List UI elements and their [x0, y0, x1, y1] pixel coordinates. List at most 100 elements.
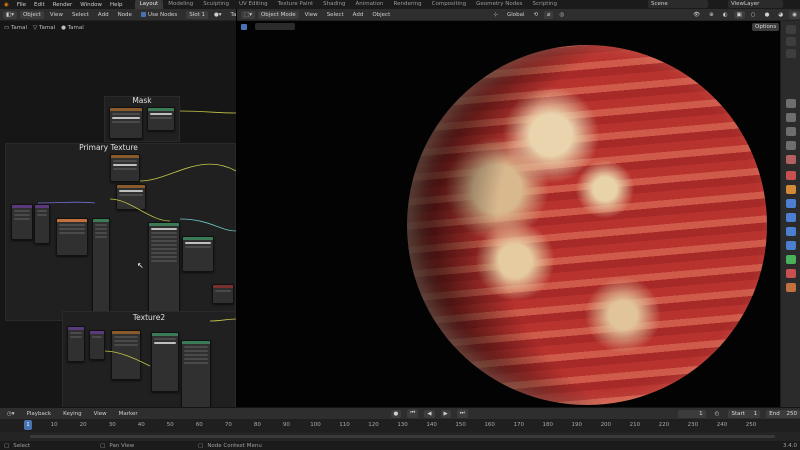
jump-start-button[interactable]: ⏮ — [407, 409, 419, 418]
tab-modeling[interactable]: Modeling — [163, 0, 198, 9]
frame-primary-texture[interactable]: Primary Texture — [5, 143, 236, 321]
node-noise-a[interactable] — [110, 154, 140, 182]
scene-tab-icon[interactable] — [786, 155, 796, 164]
editor-type-icon[interactable]: ◧▾ — [3, 10, 17, 19]
proportional-edit-icon[interactable]: ◎ — [556, 11, 567, 19]
render-tab-icon[interactable] — [786, 113, 796, 122]
menu-node[interactable]: Node — [115, 11, 135, 19]
node-color-ramp[interactable] — [182, 236, 214, 272]
frame-texture2[interactable]: Texture2 — [62, 311, 236, 407]
node-noise-b[interactable] — [116, 184, 146, 210]
options-dropdown[interactable]: Options — [752, 23, 780, 31]
current-frame-field[interactable]: 1 — [677, 409, 706, 418]
menu-file[interactable]: File — [13, 2, 30, 8]
node-t2-map[interactable] — [89, 330, 105, 360]
node-mapping[interactable] — [11, 204, 33, 240]
node-principled[interactable] — [148, 222, 180, 320]
jump-end-button[interactable]: ⏭ — [456, 409, 468, 418]
scene-selector[interactable]: Scene — [648, 0, 708, 8]
shading-material-icon[interactable]: ◕ — [775, 11, 786, 19]
tab-shading[interactable]: Shading — [318, 0, 350, 9]
use-nodes-checkbox[interactable]: Use Nodes — [138, 11, 180, 19]
hand-pan-icon[interactable] — [786, 37, 796, 46]
toolbar-select-icon[interactable] — [241, 24, 247, 30]
clock-icon[interactable]: ◴ — [712, 410, 723, 418]
tab-rendering[interactable]: Rendering — [389, 0, 427, 9]
material-tab-icon[interactable] — [786, 269, 796, 278]
menu-playback[interactable]: Playback — [24, 410, 55, 418]
timeline-ruler[interactable]: 1 10 20 30 40 50 60 70 80 90 100 110 120 130 140 150 160… — [0, 419, 800, 432]
menu-select-3d[interactable]: Select — [324, 11, 347, 19]
frame-mask[interactable]: Mask — [104, 96, 180, 142]
menu-view[interactable]: View — [47, 11, 66, 19]
node-t2-noise[interactable] — [111, 330, 141, 380]
tab-layout[interactable]: Layout — [134, 0, 164, 9]
physics-tab-icon[interactable] — [786, 227, 796, 236]
shading-rendered-icon[interactable]: ◉ — [789, 10, 800, 19]
timeline-scrollbar[interactable] — [30, 435, 775, 438]
tab-sculpting[interactable]: Sculpting — [198, 0, 234, 9]
play-reverse-button[interactable]: ◀ — [424, 409, 435, 418]
modifier-tab-icon[interactable] — [786, 199, 796, 208]
breadcrumb-item[interactable]: ● Tamal — [61, 25, 84, 31]
overlay-icon[interactable]: ◐ — [720, 11, 731, 19]
play-button[interactable]: ▶ — [440, 409, 451, 418]
end-frame-field[interactable]: End 250 — [766, 409, 800, 418]
object-mode-dropdown[interactable]: Object Mode — [257, 10, 299, 19]
node-t2-bsdf[interactable] — [181, 340, 211, 407]
3d-viewport[interactable]: Options — [237, 21, 780, 407]
constraints-tab-icon[interactable] — [786, 241, 796, 250]
node-output[interactable] — [212, 284, 234, 304]
menu-marker[interactable]: Marker — [116, 410, 141, 418]
camera-view-icon[interactable] — [786, 25, 796, 34]
tab-scripting[interactable]: Scripting — [528, 0, 562, 9]
node-mask-ramp[interactable] — [147, 107, 175, 131]
breadcrumb-item[interactable]: ▭ Tamal — [4, 25, 27, 31]
world-tab-icon[interactable] — [786, 171, 796, 180]
xray-icon[interactable]: ▣ — [733, 10, 745, 19]
tab-compositing[interactable]: Compositing — [427, 0, 471, 9]
menu-render[interactable]: Render — [49, 2, 77, 8]
view-layer-selector[interactable]: ViewLayer — [728, 0, 783, 8]
gizmo-icon[interactable]: ⊕ — [706, 11, 717, 19]
timeline-editor-icon[interactable]: ◷▾ — [4, 410, 18, 418]
start-frame-field[interactable]: Start 1 — [728, 409, 761, 418]
record-button[interactable]: ● — [390, 409, 402, 418]
menu-select[interactable]: Select — [69, 11, 92, 19]
tab-uv-editing[interactable]: UV Editing — [234, 0, 273, 9]
texture-tab-icon[interactable] — [786, 283, 796, 292]
slot-dropdown[interactable]: Slot 1 — [186, 10, 208, 19]
tab-animation[interactable]: Animation — [350, 0, 388, 9]
menu-add[interactable]: Add — [95, 11, 112, 19]
orientation-icon[interactable]: ⊹ — [490, 11, 501, 19]
visibility-icon[interactable]: 👁 — [690, 11, 703, 19]
node-mix[interactable] — [92, 218, 110, 318]
material-sphere-icon[interactable]: ●▾ — [211, 11, 225, 19]
menu-window[interactable]: Window — [76, 2, 106, 8]
data-tab-icon[interactable] — [786, 255, 796, 264]
menu-keying[interactable]: Keying — [60, 410, 84, 418]
object-tab-icon[interactable] — [786, 185, 796, 194]
menu-object-3d[interactable]: Object — [369, 11, 393, 19]
toolbar-mode-icons[interactable] — [255, 23, 295, 30]
node-editor-canvas[interactable]: ▭ Tamal ▽ Tamal ● Tamal Mask Primary Tex… — [0, 21, 236, 407]
node-texcoord[interactable] — [34, 204, 50, 244]
shading-wire-icon[interactable]: ○ — [748, 11, 759, 19]
pivot-icon[interactable]: ⟲ — [531, 11, 542, 19]
tab-texture-paint[interactable]: Texture Paint — [273, 0, 319, 9]
particles-tab-icon[interactable] — [786, 213, 796, 222]
shader-type-dropdown[interactable]: Object — [19, 10, 44, 19]
snap-icon[interactable]: ⌀ — [544, 10, 554, 19]
shading-solid-icon[interactable]: ● — [762, 11, 773, 19]
orientation-dropdown[interactable]: Global — [504, 11, 528, 19]
node-t2-ramp[interactable] — [151, 332, 179, 392]
tool-tab-icon[interactable] — [786, 99, 796, 108]
output-tab-icon[interactable] — [786, 127, 796, 136]
zoom-icon[interactable] — [786, 49, 796, 58]
node-vector-math[interactable] — [56, 218, 88, 256]
tab-geometry-nodes[interactable]: Geometry Nodes — [471, 0, 527, 9]
node-t2-coord[interactable] — [67, 326, 85, 362]
menu-view-3d[interactable]: View — [302, 11, 321, 19]
view-layer-tab-icon[interactable] — [786, 141, 796, 150]
node-mask-texture[interactable] — [109, 107, 143, 139]
